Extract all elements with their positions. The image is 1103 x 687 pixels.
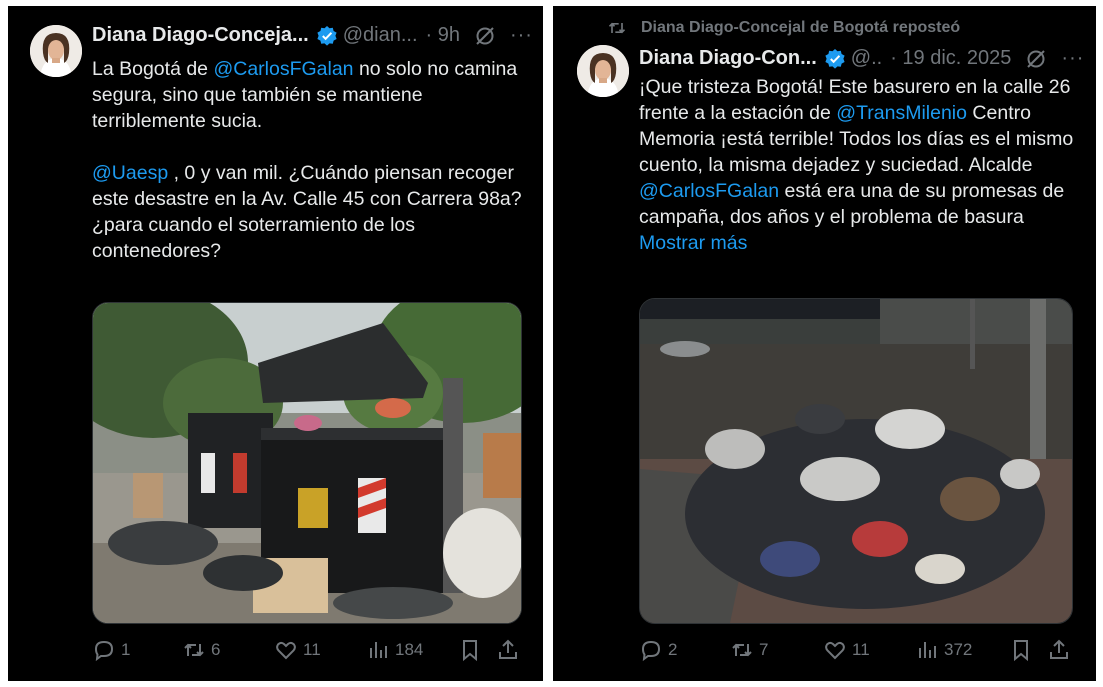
reply-button[interactable]: 2 <box>639 638 677 662</box>
reply-count: 1 <box>121 640 131 659</box>
repost-count: 6 <box>211 640 221 659</box>
avatar-image <box>30 25 82 77</box>
grok-icon[interactable] <box>474 25 496 47</box>
views-count: 184 <box>395 640 424 659</box>
repost-indicator[interactable]: Diana Diago-Concejal de Bogotá reposteó <box>607 18 960 38</box>
tweet-right[interactable]: Diana Diago-Concejal de Bogotá reposteó … <box>553 6 1096 681</box>
heart-icon <box>276 641 296 660</box>
repost-button[interactable]: 7 <box>730 638 768 662</box>
reply-button[interactable]: 1 <box>92 638 130 662</box>
repost-icon <box>184 643 204 657</box>
avatar[interactable] <box>577 45 629 97</box>
post-time[interactable]: · 9h <box>426 24 460 47</box>
avatar-image <box>577 45 629 97</box>
mention-link[interactable]: @CarlosFGalan <box>213 58 353 80</box>
mention-link[interactable]: @CarlosFGalan <box>639 180 779 202</box>
reply-count: 2 <box>668 640 678 659</box>
more-options-icon[interactable]: ··· <box>510 24 533 47</box>
reply-icon <box>641 640 661 662</box>
views-count: 372 <box>944 640 973 659</box>
tweet-header: Diana Diago-Conceja... @dian... · 9h ··· <box>92 24 533 47</box>
tweet-text: ¡Que tristeza Bogotá! Este basurero en l… <box>639 74 1079 256</box>
like-button[interactable]: 11 <box>823 638 870 662</box>
post-photo[interactable] <box>92 302 522 624</box>
repost-button[interactable]: 6 <box>182 638 220 662</box>
views-chart-icon <box>370 642 387 658</box>
share-icon <box>1050 639 1068 659</box>
post-photo[interactable] <box>639 298 1073 624</box>
tweet-header: Diana Diago-Con... @.. · 19 dic. 2025 ··… <box>639 47 1084 70</box>
more-options-icon[interactable]: ··· <box>1061 47 1084 70</box>
views-button[interactable]: 372 <box>915 638 972 662</box>
repost-count: 7 <box>759 640 769 659</box>
repost-icon <box>608 22 626 34</box>
verified-badge-icon <box>825 48 845 69</box>
heart-icon <box>825 641 845 660</box>
share-button[interactable] <box>496 638 520 662</box>
views-chart-icon <box>919 642 936 658</box>
text-segment: La Bogotá de <box>92 58 214 80</box>
bookmark-icon <box>463 640 477 662</box>
author-name[interactable]: Diana Diago-Conceja... <box>92 24 309 47</box>
author-handle[interactable]: @dian... <box>343 24 418 47</box>
bookmark-icon <box>1014 640 1028 662</box>
repost-icon <box>732 643 752 657</box>
author-handle[interactable]: @.. <box>851 47 882 70</box>
grok-icon[interactable] <box>1025 48 1047 70</box>
share-icon <box>499 639 517 659</box>
bookmark-button[interactable] <box>458 638 482 662</box>
like-count: 11 <box>852 640 870 659</box>
like-button[interactable]: 11 <box>274 638 321 662</box>
bookmark-button[interactable] <box>1009 638 1033 662</box>
verified-badge-icon <box>317 25 337 46</box>
photo-garbage-pile <box>640 299 1072 623</box>
avatar[interactable] <box>30 25 82 77</box>
text-segment: ¿para cuando el soterramiento de los con… <box>92 214 416 262</box>
post-time[interactable]: · 19 dic. 2025 <box>890 47 1011 70</box>
views-button[interactable]: 184 <box>366 638 423 662</box>
photo-garbage-containers <box>93 303 521 623</box>
show-more-link[interactable]: Mostrar más <box>639 232 747 254</box>
mention-link[interactable]: @TransMilenio <box>836 102 967 124</box>
mention-link[interactable]: @Uaesp <box>92 162 168 184</box>
tweet-left[interactable]: Diana Diago-Conceja... @dian... · 9h ···… <box>8 6 543 681</box>
like-count: 11 <box>303 640 321 659</box>
reply-icon <box>94 640 114 662</box>
author-name[interactable]: Diana Diago-Con... <box>639 47 817 70</box>
repost-label: Diana Diago-Concejal de Bogotá reposteó <box>641 19 961 36</box>
share-button[interactable] <box>1047 638 1071 662</box>
tweet-text: La Bogotá de @CarlosFGalan no solo no ca… <box>92 56 532 264</box>
